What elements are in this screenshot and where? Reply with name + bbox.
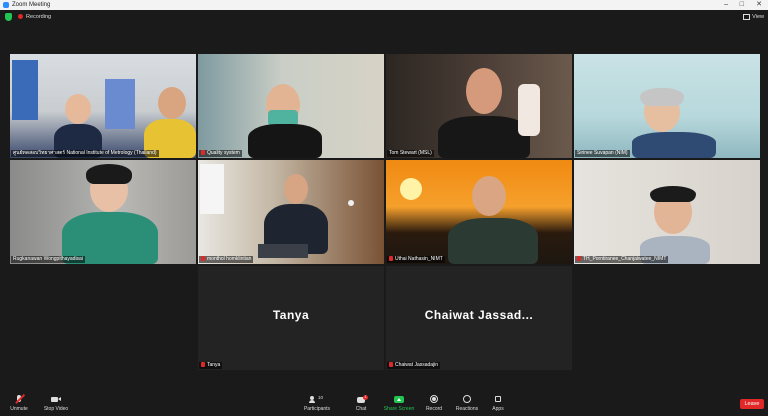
muted-mic-icon — [201, 256, 205, 261]
video-tile-9[interactable]: Tanya Tanya — [198, 266, 384, 370]
chat-label: Chat — [355, 406, 367, 412]
video-tile-10[interactable]: Chaiwat Jassad... Chaiwat Jassadajin — [386, 266, 572, 370]
participant-hair — [650, 186, 696, 202]
minimize-button[interactable]: – — [724, 0, 728, 10]
share-screen-icon — [394, 395, 404, 404]
apps-label: Apps — [492, 406, 504, 412]
participant-name: Chaiwat Jassadajin — [387, 362, 441, 369]
participant-body — [248, 124, 322, 158]
chat-bubble-icon: 1 — [356, 395, 368, 404]
gallery-view-icon — [743, 13, 751, 20]
participant-face — [466, 68, 502, 114]
video-feed — [386, 160, 572, 264]
view-label: View — [752, 14, 764, 20]
video-feed — [10, 54, 196, 158]
recording-icon — [18, 14, 23, 19]
stop-video-label: Stop Video — [43, 406, 69, 412]
window-title: Zoom Meeting — [12, 2, 51, 8]
muted-mic-icon — [201, 362, 205, 367]
recording-label[interactable]: Recording — [26, 10, 51, 24]
participant-body — [632, 132, 716, 158]
zoom-app-icon — [3, 2, 9, 8]
participant-face — [158, 87, 186, 119]
participants-label: Participants — [303, 406, 331, 412]
participant-name: Uthai Nathasin_NIMT — [387, 256, 445, 263]
participant-name: ศูนย์ทดสอบวิทยาศาสตร์ National Institute… — [11, 150, 159, 157]
participant-body — [438, 116, 530, 158]
participant-name: Tom Stewart (MSL) — [387, 150, 434, 157]
reactions-label: Reactions — [455, 406, 479, 412]
apps-icon — [493, 395, 503, 404]
reactions-icon — [462, 395, 472, 404]
leave-button[interactable]: Leave — [740, 399, 764, 409]
participant-name: Rugkanawan Wongpithayadisai — [11, 256, 85, 263]
participant-name: monthol homklintian — [199, 256, 254, 263]
raised-hand — [518, 84, 540, 136]
participant-face — [65, 94, 91, 124]
chat-button[interactable]: 1 Chat — [352, 395, 370, 412]
video-tile-5[interactable]: Rugkanawan Wongpithayadisai — [10, 160, 196, 264]
muted-mic-icon — [201, 150, 205, 155]
participant-name: Quality system — [199, 150, 242, 157]
participant-name: Tanya — [199, 362, 223, 369]
participant-hair — [86, 164, 132, 184]
muted-microphone-icon — [14, 393, 25, 404]
record-icon — [429, 395, 439, 404]
muted-mic-icon — [389, 256, 393, 261]
stop-video-button[interactable]: Stop Video — [42, 395, 70, 412]
participant-face — [472, 176, 506, 216]
apps-button[interactable]: Apps — [490, 395, 506, 412]
shelf-background — [105, 79, 135, 129]
participant-display-name: Chaiwat Jassad... — [424, 308, 534, 322]
video-tile-6[interactable]: monthol homklintian — [198, 160, 384, 264]
participant-name: Sirinee Suvapan (NIM) — [575, 150, 630, 157]
video-feed — [198, 160, 384, 264]
video-tile-1[interactable]: ศูนย์ทดสอบวิทยาศาสตร์ National Institute… — [10, 54, 196, 158]
microphone-icon — [348, 200, 354, 206]
reactions-button[interactable]: Reactions — [455, 395, 479, 412]
video-tile-8[interactable]: TH_Porntiranee_Chanjaiwatee_NIMT — [574, 160, 760, 264]
video-feed — [198, 54, 384, 158]
participants-icon: 10 — [309, 395, 325, 404]
sun-icon — [400, 178, 422, 200]
poster-background — [12, 60, 38, 120]
participant-face — [284, 174, 308, 204]
unmute-label: Unmute — [10, 406, 28, 412]
video-feed — [574, 54, 760, 158]
meeting-topbar: Recording View — [0, 10, 768, 24]
share-screen-label: Share Screen — [383, 406, 415, 412]
close-button[interactable]: ✕ — [756, 0, 762, 10]
participant-hair — [640, 88, 684, 106]
meeting-toolbar: Unmute Stop Video 10 Participants 1 Chat… — [0, 392, 768, 416]
video-tile-2[interactable]: Quality system — [198, 54, 384, 158]
window-titlebar: Zoom Meeting – □ ✕ — [0, 0, 768, 10]
maximize-button[interactable]: □ — [740, 0, 744, 10]
chat-badge: 1 — [363, 395, 368, 400]
video-tile-7[interactable]: Uthai Nathasin_NIMT — [386, 160, 572, 264]
record-label: Record — [425, 406, 443, 412]
participants-button[interactable]: 10 Participants — [302, 395, 332, 412]
screen-background — [200, 164, 224, 214]
view-button[interactable]: View — [743, 10, 764, 24]
video-feed — [574, 160, 760, 264]
security-shield-icon[interactable] — [5, 13, 12, 21]
participants-count: 10 — [318, 395, 324, 400]
participant-display-name: Tanya — [272, 308, 310, 322]
laptop — [258, 244, 308, 258]
share-screen-button[interactable]: Share Screen — [383, 395, 415, 412]
muted-mic-icon — [577, 256, 581, 261]
video-camera-icon — [51, 395, 61, 404]
record-button[interactable]: Record — [424, 395, 444, 412]
video-tile-3[interactable]: Tom Stewart (MSL) — [386, 54, 572, 158]
video-feed — [386, 54, 572, 158]
video-feed — [10, 160, 196, 264]
video-tile-4[interactable]: Sirinee Suvapan (NIM) — [574, 54, 760, 158]
muted-mic-icon — [389, 362, 393, 367]
participant-body — [448, 218, 538, 264]
unmute-button[interactable]: Unmute — [8, 393, 30, 412]
participant-name: TH_Porntiranee_Chanjaiwatee_NIMT — [575, 256, 669, 263]
